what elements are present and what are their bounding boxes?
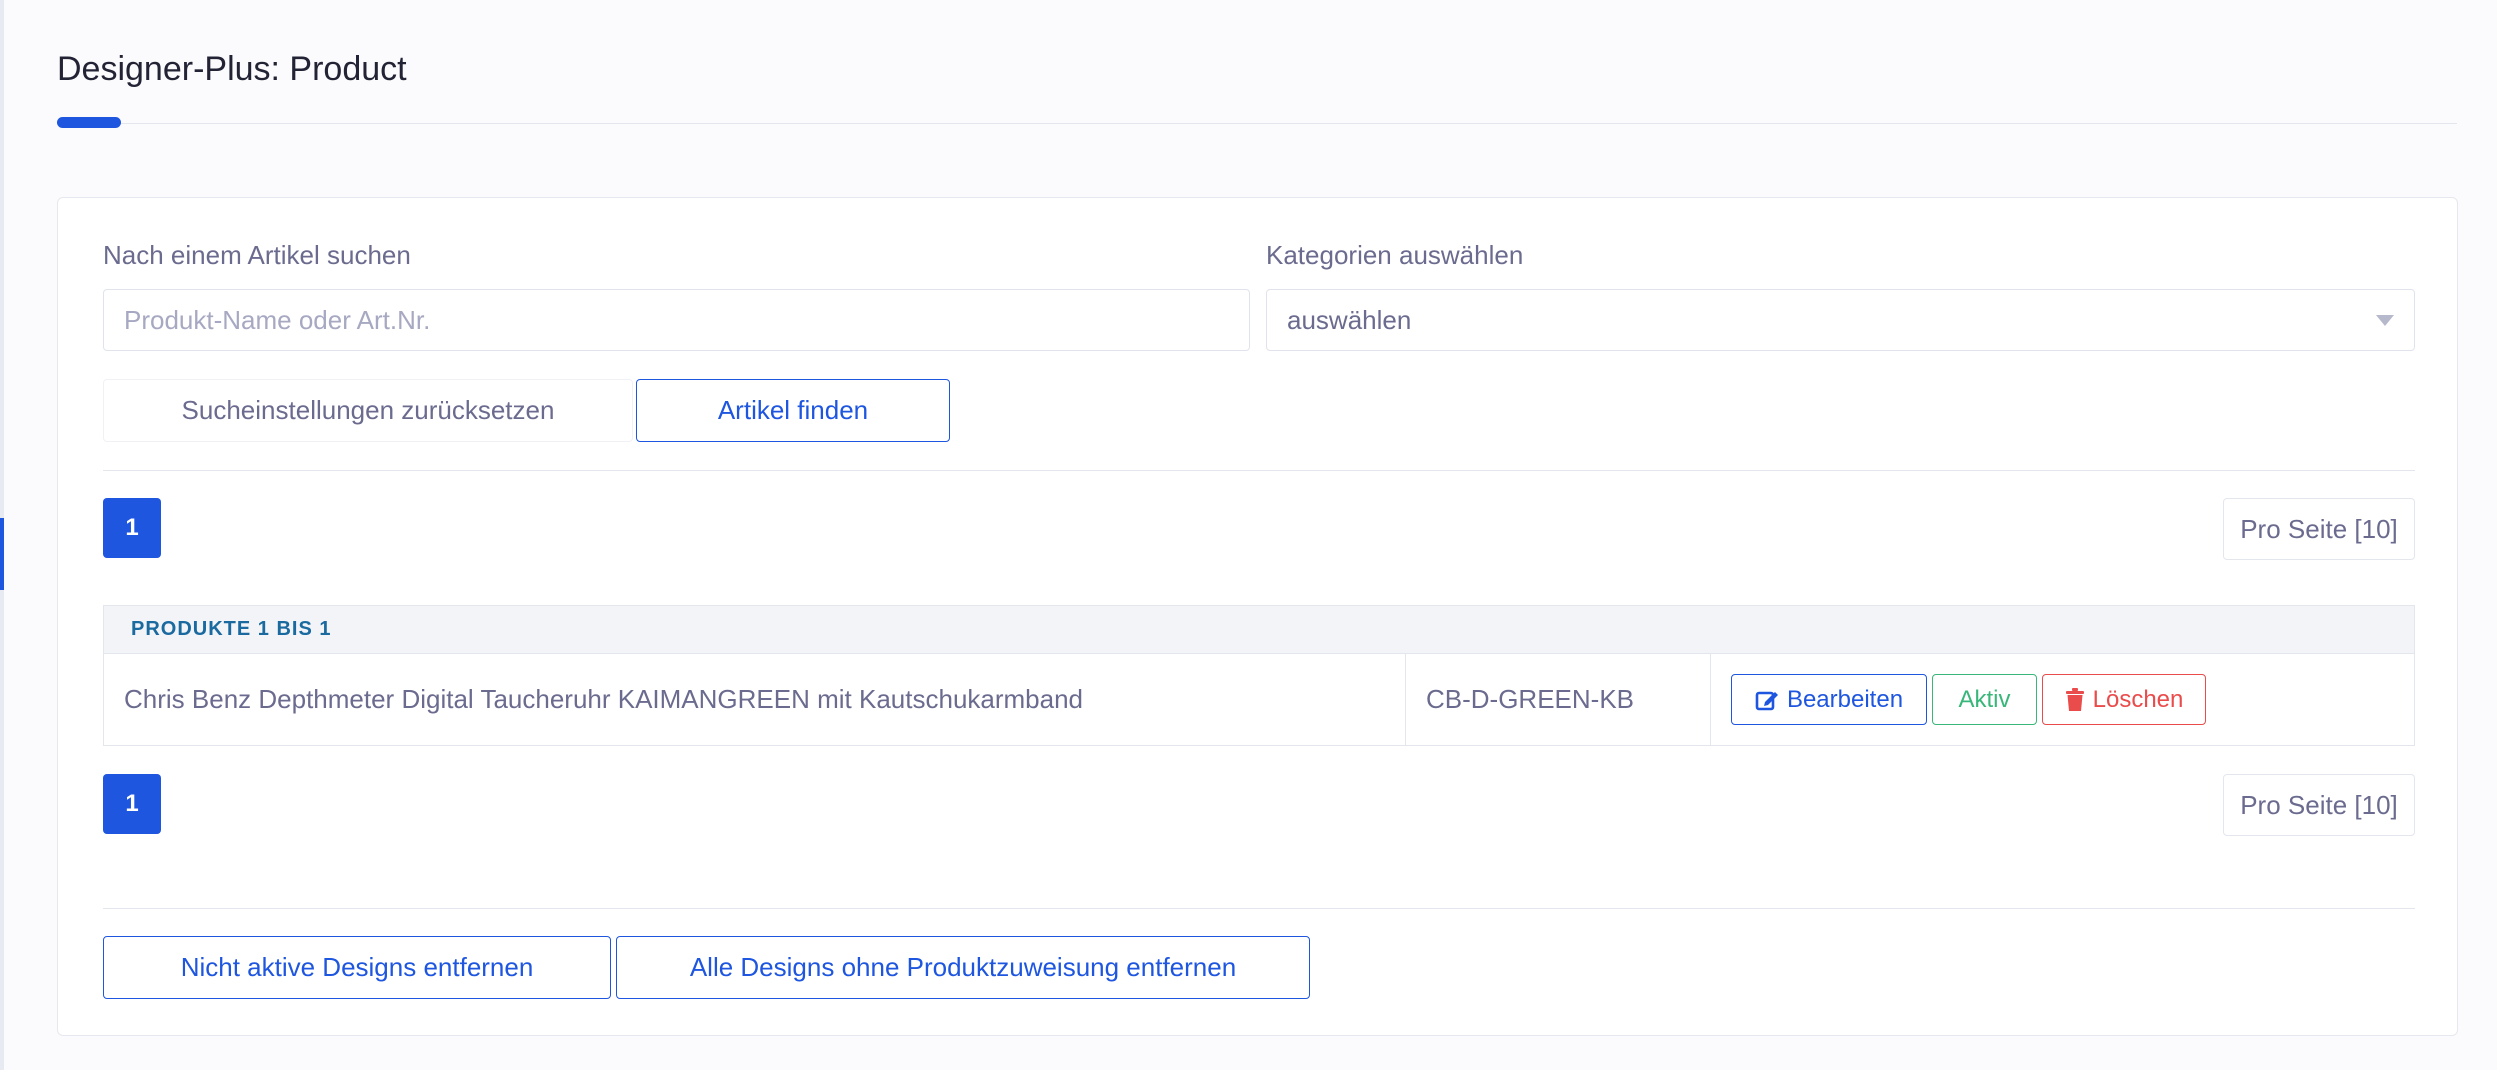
remove-inactive-designs-button[interactable]: Nicht aktive Designs entfernen xyxy=(103,936,611,999)
per-page-button-top[interactable]: Pro Seite [10] xyxy=(2223,498,2415,560)
left-rail xyxy=(0,0,4,1070)
title-divider xyxy=(57,123,2457,124)
remove-unassigned-designs-button[interactable]: Alle Designs ohne Produktzuweisung entfe… xyxy=(616,936,1310,999)
edit-button[interactable]: Bearbeiten xyxy=(1731,674,1927,725)
find-articles-button[interactable]: Artikel finden xyxy=(636,379,950,442)
section-divider xyxy=(103,470,2415,471)
product-search-card: Nach einem Artikel suchen Kategorien aus… xyxy=(57,197,2458,1036)
pagination-page-1-top[interactable]: 1 xyxy=(103,498,161,558)
table-row: Chris Benz Depthmeter Digital Taucheruhr… xyxy=(104,654,2414,745)
search-input[interactable] xyxy=(103,289,1250,351)
left-rail-active-marker xyxy=(0,518,4,590)
per-page-button-bottom[interactable]: Pro Seite [10] xyxy=(2223,774,2415,836)
page-title: Designer-Plus: Product xyxy=(57,50,407,88)
pagination-page-1-bottom[interactable]: 1 xyxy=(103,774,161,834)
search-label: Nach einem Artikel suchen xyxy=(103,240,411,270)
category-select-value: auswählen xyxy=(1287,304,1412,335)
product-name-cell: Chris Benz Depthmeter Digital Taucheruhr… xyxy=(104,654,1406,745)
edit-button-label: Bearbeiten xyxy=(1786,685,1904,713)
reset-search-button[interactable]: Sucheinstellungen zurücksetzen xyxy=(103,379,633,442)
footer-divider xyxy=(103,908,2415,909)
products-table: PRODUKTE 1 BIS 1 Chris Benz Depthmeter D… xyxy=(103,605,2415,746)
active-status-button[interactable]: Aktiv xyxy=(1932,674,2037,725)
product-actions-cell: Bearbeiten Aktiv Löschen xyxy=(1711,654,2414,745)
product-sku-cell: CB-D-GREEN-KB xyxy=(1406,654,1711,745)
category-label: Kategorien auswählen xyxy=(1266,240,1524,270)
delete-button[interactable]: Löschen xyxy=(2042,674,2206,725)
delete-button-label: Löschen xyxy=(2092,685,2184,713)
chevron-down-icon xyxy=(2376,314,2394,326)
edit-icon xyxy=(1755,688,1779,712)
title-accent-bar xyxy=(57,117,121,128)
trash-icon xyxy=(2065,687,2085,712)
table-header: PRODUKTE 1 BIS 1 xyxy=(104,606,2414,654)
category-select[interactable]: auswählen xyxy=(1266,289,2415,351)
